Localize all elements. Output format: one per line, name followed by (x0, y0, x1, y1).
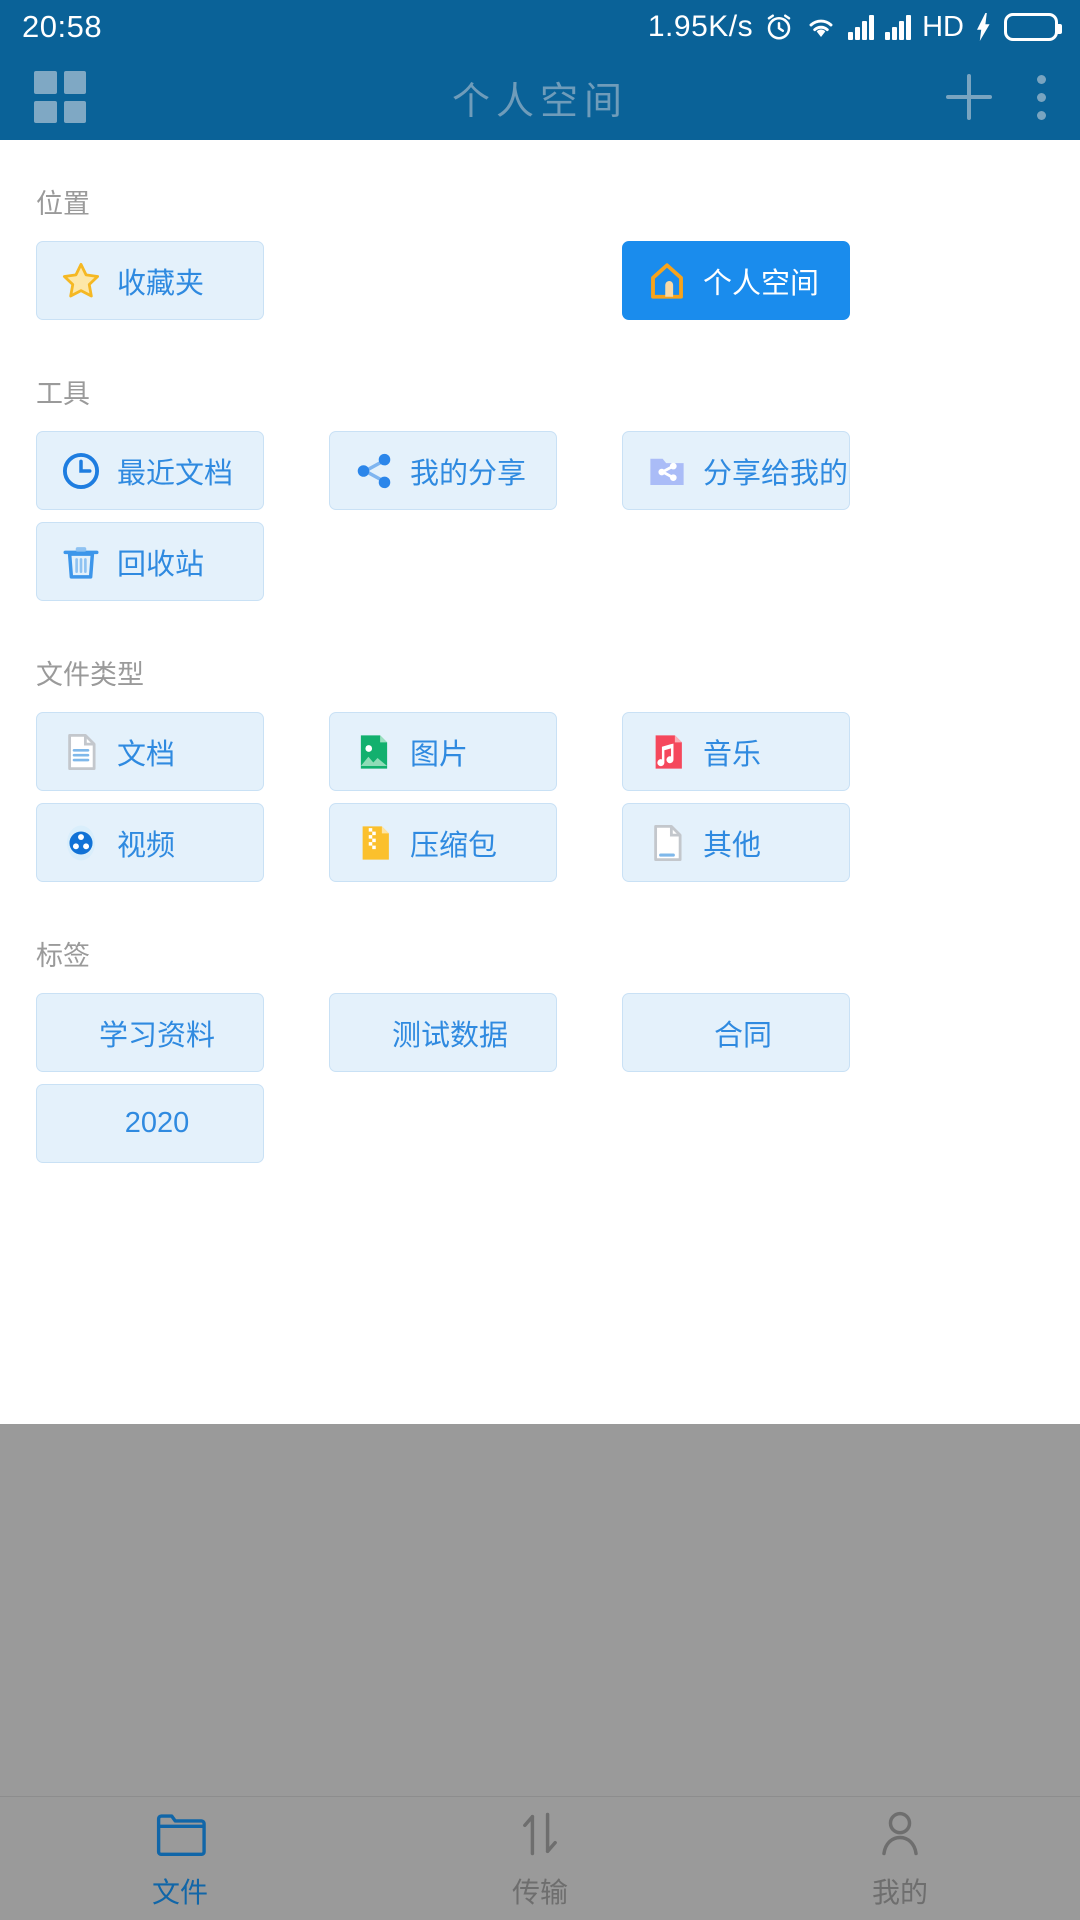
signal-bars-icon-2 (885, 14, 911, 40)
card-recycle-bin[interactable]: 回收站 (36, 522, 264, 601)
hd-label: HD (922, 11, 964, 44)
tag-contract[interactable]: 合同 (622, 993, 850, 1072)
transfer-arrows-icon (513, 1807, 567, 1861)
music-file-icon (645, 730, 689, 774)
clock-icon (59, 449, 103, 493)
nav-label: 文件 (152, 1871, 208, 1911)
shared-folder-icon (645, 449, 689, 493)
card-images[interactable]: 图片 (329, 712, 557, 791)
tag-label: 2020 (125, 1107, 190, 1140)
nav-item-files[interactable]: 文件 (0, 1797, 360, 1920)
card-shared-with-me[interactable]: 分享给我的 (622, 431, 850, 510)
section-location-grid: 收藏夹 个人空间 (36, 241, 1044, 332)
card-recent-documents[interactable]: 最近文档 (36, 431, 264, 510)
card-label: 最近文档 (117, 450, 233, 492)
trash-icon (59, 540, 103, 584)
gray-overlay-area: 文件 传输 我的 (0, 1424, 1080, 1920)
section-filetype-grid: 文档 图片 音乐 视频 压缩包 (36, 712, 1044, 894)
zip-file-icon (352, 821, 396, 865)
section-tags-grid: 学习资料 测试数据 合同 2020 (36, 993, 1044, 1175)
image-file-icon (352, 730, 396, 774)
card-favorites[interactable]: 收藏夹 (36, 241, 264, 320)
card-music[interactable]: 音乐 (622, 712, 850, 791)
nav-item-mine[interactable]: 我的 (720, 1797, 1080, 1920)
bottom-navigation: 文件 传输 我的 (0, 1796, 1080, 1920)
card-label: 文档 (117, 731, 175, 773)
card-archives[interactable]: 压缩包 (329, 803, 557, 882)
tag-label: 测试数据 (392, 1012, 508, 1054)
status-icons: 1.95K/s HD (648, 10, 1058, 44)
section-label-filetype: 文件类型 (36, 613, 1044, 712)
tag-label: 合同 (714, 1012, 772, 1054)
status-bar: 20:58 1.95K/s HD (0, 0, 1080, 54)
card-videos[interactable]: 视频 (36, 803, 264, 882)
nav-label: 我的 (872, 1871, 928, 1911)
section-label-tools: 工具 (36, 332, 1044, 431)
alarm-icon (764, 12, 794, 42)
section-tools-grid: 最近文档 我的分享 分享给我的 回收站 (36, 431, 1044, 613)
app-bar-actions (946, 74, 1046, 120)
card-label: 我的分享 (410, 450, 526, 492)
status-time: 20:58 (22, 9, 102, 45)
app-bar: 个人空间 (0, 54, 1080, 140)
tag-label: 学习资料 (99, 1012, 215, 1054)
charging-bolt-icon (975, 13, 993, 41)
card-label: 收藏夹 (117, 260, 204, 302)
card-label: 回收站 (117, 541, 204, 583)
card-label: 音乐 (703, 731, 761, 773)
tag-study-materials[interactable]: 学习资料 (36, 993, 264, 1072)
nav-item-transfer[interactable]: 传输 (360, 1797, 720, 1920)
battery-icon (1004, 13, 1058, 41)
card-personal-space[interactable]: 个人空间 (622, 241, 850, 320)
card-label: 压缩包 (410, 822, 497, 864)
tag-test-data[interactable]: 测试数据 (329, 993, 557, 1072)
card-my-shares[interactable]: 我的分享 (329, 431, 557, 510)
wifi-icon (805, 13, 837, 41)
nav-label: 传输 (512, 1871, 568, 1911)
section-label-tags: 标签 (36, 894, 1044, 993)
section-label-location: 位置 (36, 140, 1044, 241)
tag-2020[interactable]: 2020 (36, 1084, 264, 1163)
signal-bars-icon (848, 14, 874, 40)
add-icon[interactable] (946, 74, 992, 120)
card-label: 个人空间 (703, 260, 819, 302)
main-content: 位置 收藏夹 个人空间 工具 最近文档 我的分享 (0, 140, 1080, 1424)
card-documents[interactable]: 文档 (36, 712, 264, 791)
card-label: 其他 (703, 822, 761, 864)
card-label: 视频 (117, 822, 175, 864)
network-speed-label: 1.95K/s (648, 10, 753, 44)
document-file-icon (59, 730, 103, 774)
grid-menu-icon[interactable] (34, 71, 86, 123)
folder-icon (153, 1807, 207, 1861)
card-label: 分享给我的 (703, 450, 848, 492)
card-other[interactable]: 其他 (622, 803, 850, 882)
person-icon (873, 1807, 927, 1861)
card-label: 图片 (410, 731, 468, 773)
share-nodes-icon (352, 449, 396, 493)
star-icon (59, 259, 103, 303)
other-file-icon (645, 821, 689, 865)
overflow-menu-icon[interactable] (1036, 75, 1046, 120)
video-file-icon (59, 821, 103, 865)
home-icon (645, 259, 689, 303)
page-title: 个人空间 (0, 70, 1080, 125)
